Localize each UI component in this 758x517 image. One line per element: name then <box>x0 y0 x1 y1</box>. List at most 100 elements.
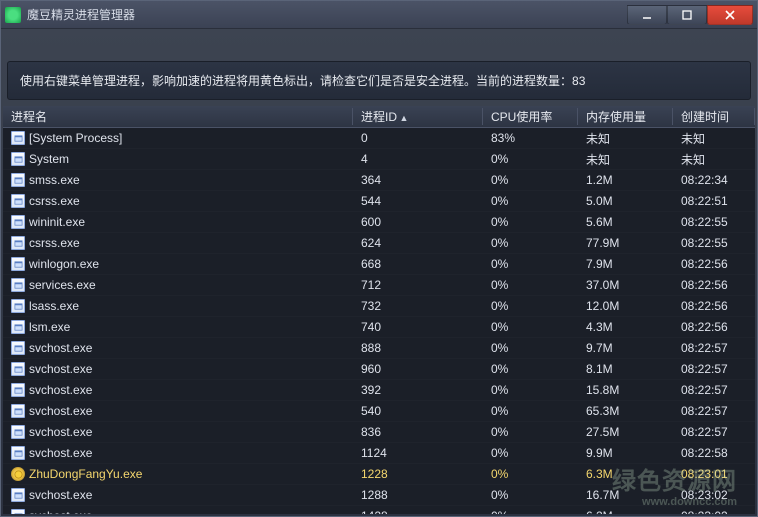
table-row[interactable]: smss.exe 3640%1.2M08:22:34 <box>3 170 755 191</box>
cell-time: 08:22:57 <box>673 341 755 355</box>
cell-pid: 624 <box>353 236 483 250</box>
process-name: svchost.exe <box>29 362 92 376</box>
cell-pid: 0 <box>353 131 483 145</box>
process-icon <box>11 257 25 271</box>
cell-name: csrss.exe <box>3 194 353 208</box>
maximize-button[interactable] <box>667 5 707 25</box>
cell-mem: 6.2M <box>578 509 673 514</box>
cell-mem: 5.0M <box>578 194 673 208</box>
process-name: System <box>29 152 69 166</box>
table-row[interactable]: [System Process]083%未知未知 <box>3 128 755 149</box>
cell-time: 08:22:51 <box>673 194 755 208</box>
cell-mem: 1.2M <box>578 173 673 187</box>
col-header-time[interactable]: 创建时间 <box>673 108 755 125</box>
process-name: lsm.exe <box>29 320 70 334</box>
cell-mem: 7.9M <box>578 257 673 271</box>
cell-cpu: 0% <box>483 488 578 502</box>
cell-mem: 37.0M <box>578 278 673 292</box>
cell-pid: 1288 <box>353 488 483 502</box>
table-row[interactable]: svchost.exe14280%6.2M08:23:02 <box>3 506 755 514</box>
process-name: svchost.exe <box>29 404 92 418</box>
process-icon <box>11 488 25 502</box>
col-header-pid[interactable]: 进程ID <box>353 108 483 125</box>
table-row[interactable]: csrss.exe5440%5.0M08:22:51 <box>3 191 755 212</box>
process-icon <box>11 215 25 229</box>
cell-mem: 9.7M <box>578 341 673 355</box>
table-row[interactable]: svchost.exe11240%9.9M08:22:58 <box>3 443 755 464</box>
cell-name: svchost.exe <box>3 446 353 460</box>
cell-cpu: 0% <box>483 341 578 355</box>
process-name: [System Process] <box>29 131 122 145</box>
process-name: csrss.exe <box>29 194 80 208</box>
cell-cpu: 0% <box>483 173 578 187</box>
table-row[interactable]: svchost.exe8360%27.5M08:22:57 <box>3 422 755 443</box>
cell-cpu: 0% <box>483 299 578 313</box>
cell-mem: 12.0M <box>578 299 673 313</box>
table-row[interactable]: wininit.exe6000%5.6M08:22:55 <box>3 212 755 233</box>
cell-mem: 8.1M <box>578 362 673 376</box>
cell-pid: 732 <box>353 299 483 313</box>
cell-name: ZhuDongFangYu.exe <box>3 467 353 481</box>
close-button[interactable] <box>707 5 753 25</box>
table-row[interactable]: lsass.exe7320%12.0M08:22:56 <box>3 296 755 317</box>
cell-time: 08:22:58 <box>673 446 755 460</box>
info-text: 使用右键菜单管理进程，影响加速的进程将用黄色标出，请检查它们是否是安全进程。当前… <box>20 74 572 88</box>
cell-cpu: 0% <box>483 320 578 334</box>
cell-mem: 4.3M <box>578 320 673 334</box>
table-row[interactable]: svchost.exe8880%9.7M08:22:57 <box>3 338 755 359</box>
process-icon <box>11 425 25 439</box>
process-icon <box>11 320 25 334</box>
col-header-cpu[interactable]: CPU使用率 <box>483 108 578 125</box>
cell-cpu: 0% <box>483 362 578 376</box>
table-body[interactable]: [System Process]083%未知未知System40%未知未知sms… <box>3 128 755 514</box>
col-header-mem[interactable]: 内存使用量 <box>578 108 673 125</box>
process-name: svchost.exe <box>29 509 92 514</box>
cell-cpu: 0% <box>483 425 578 439</box>
cell-name: svchost.exe <box>3 488 353 502</box>
process-icon <box>11 467 25 481</box>
cell-pid: 740 <box>353 320 483 334</box>
process-name: smss.exe <box>29 173 80 187</box>
cell-time: 未知 <box>673 151 755 168</box>
table-row[interactable]: svchost.exe3920%15.8M08:22:57 <box>3 380 755 401</box>
cell-pid: 544 <box>353 194 483 208</box>
cell-pid: 600 <box>353 215 483 229</box>
process-name: ZhuDongFangYu.exe <box>29 467 142 481</box>
cell-time: 08:23:01 <box>673 467 755 481</box>
cell-mem: 未知 <box>578 151 673 168</box>
titlebar[interactable]: 魔豆精灵进程管理器 <box>1 1 757 29</box>
process-icon <box>11 299 25 313</box>
process-icon <box>11 236 25 250</box>
cell-mem: 5.6M <box>578 215 673 229</box>
table-row[interactable]: svchost.exe9600%8.1M08:22:57 <box>3 359 755 380</box>
cell-pid: 364 <box>353 173 483 187</box>
table-row[interactable]: csrss.exe6240%77.9M08:22:55 <box>3 233 755 254</box>
table-row[interactable]: svchost.exe5400%65.3M08:22:57 <box>3 401 755 422</box>
table-row[interactable]: lsm.exe7400%4.3M08:22:56 <box>3 317 755 338</box>
cell-pid: 4 <box>353 152 483 166</box>
process-name: wininit.exe <box>29 215 85 229</box>
process-icon <box>11 194 25 208</box>
process-count: 83 <box>572 74 585 88</box>
cell-mem: 16.7M <box>578 488 673 502</box>
cell-pid: 1228 <box>353 467 483 481</box>
table-row[interactable]: svchost.exe12880%16.7M08:23:02 <box>3 485 755 506</box>
minimize-button[interactable] <box>627 5 667 25</box>
table-row[interactable]: System40%未知未知 <box>3 149 755 170</box>
cell-name: wininit.exe <box>3 215 353 229</box>
cell-time: 08:22:55 <box>673 215 755 229</box>
col-header-name[interactable]: 进程名 <box>3 108 353 125</box>
process-table: 进程名 进程ID CPU使用率 内存使用量 创建时间 [System Proce… <box>3 106 755 514</box>
table-row[interactable]: services.exe7120%37.0M08:22:56 <box>3 275 755 296</box>
table-row[interactable]: winlogon.exe6680%7.9M08:22:56 <box>3 254 755 275</box>
cell-time: 08:22:34 <box>673 173 755 187</box>
cell-pid: 888 <box>353 341 483 355</box>
cell-time: 08:22:56 <box>673 278 755 292</box>
process-icon <box>11 404 25 418</box>
cell-time: 08:23:02 <box>673 509 755 514</box>
cell-time: 08:22:57 <box>673 425 755 439</box>
cell-cpu: 0% <box>483 278 578 292</box>
cell-cpu: 0% <box>483 257 578 271</box>
table-row[interactable]: ZhuDongFangYu.exe12280%6.3M08:23:01 <box>3 464 755 485</box>
cell-name: smss.exe <box>3 173 353 187</box>
